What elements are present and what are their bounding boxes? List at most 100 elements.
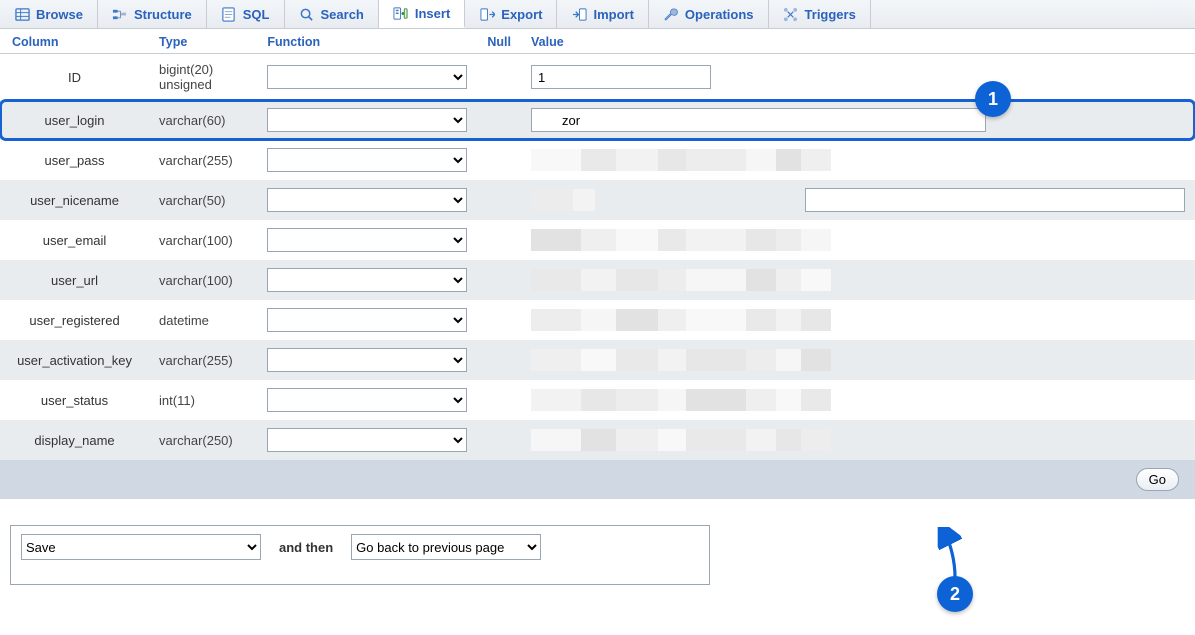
function-select[interactable] — [267, 348, 467, 372]
th-column: Column — [0, 29, 149, 54]
insert-form: Column Type Function Null Value IDbigint… — [0, 29, 1195, 499]
tab-structure[interactable]: Structure — [98, 0, 207, 28]
null-cell — [477, 100, 521, 140]
column-type: int(11) — [149, 380, 257, 420]
column-type: varchar(100) — [149, 220, 257, 260]
table-icon — [14, 6, 30, 22]
function-select[interactable] — [267, 228, 467, 252]
tab-label: Import — [593, 7, 633, 22]
and-then-label: and then — [279, 540, 333, 555]
tab-browse[interactable]: Browse — [0, 0, 98, 28]
tab-export[interactable]: Export — [465, 0, 557, 28]
null-cell — [477, 54, 521, 101]
tab-label: Search — [321, 7, 364, 22]
redacted-value — [531, 349, 1185, 371]
tab-insert[interactable]: Insert — [379, 0, 465, 28]
value-cell — [521, 100, 1195, 140]
th-function: Function — [257, 29, 477, 54]
structure-icon — [112, 6, 128, 22]
value-cell — [521, 54, 1195, 101]
row-display_name: display_namevarchar(250) — [0, 420, 1195, 460]
row-ID: IDbigint(20) unsigned — [0, 54, 1195, 101]
tab-triggers[interactable]: Triggers — [769, 0, 871, 28]
row-user_login: user_loginvarchar(60) — [0, 100, 1195, 140]
column-type: varchar(100) — [149, 260, 257, 300]
column-name: user_status — [0, 380, 149, 420]
column-name: user_pass — [0, 140, 149, 180]
function-select[interactable] — [267, 188, 467, 212]
after-insert-select[interactable]: Go back to previous page — [351, 534, 541, 560]
column-name: user_nicename — [0, 180, 149, 220]
redacted-value — [531, 229, 1185, 251]
null-cell — [477, 340, 521, 380]
null-cell — [477, 260, 521, 300]
row-user_nicename: user_nicenamevarchar(50) — [0, 180, 1195, 220]
value-cell — [521, 220, 1195, 260]
row-user_pass: user_passvarchar(255) — [0, 140, 1195, 180]
tabs-bar: Browse Structure SQL Search Insert Expor… — [0, 0, 1195, 29]
tab-label: Export — [501, 7, 542, 22]
redacted-value — [531, 189, 595, 211]
column-type: varchar(255) — [149, 140, 257, 180]
column-type: varchar(250) — [149, 420, 257, 460]
null-cell — [477, 380, 521, 420]
insert-table: Column Type Function Null Value IDbigint… — [0, 29, 1195, 499]
null-cell — [477, 140, 521, 180]
go-button[interactable]: Go — [1136, 468, 1179, 491]
column-type: datetime — [149, 300, 257, 340]
row-user_registered: user_registereddatetime — [0, 300, 1195, 340]
column-type: varchar(60) — [149, 100, 257, 140]
redacted-value — [531, 389, 1185, 411]
th-value: Value — [521, 29, 1195, 54]
function-select[interactable] — [267, 428, 467, 452]
value-input[interactable] — [531, 108, 986, 132]
value-cell — [521, 260, 1195, 300]
insert-action-select[interactable]: Save — [21, 534, 261, 560]
tab-label: Operations — [685, 7, 754, 22]
tab-sql[interactable]: SQL — [207, 0, 285, 28]
value-cell — [521, 180, 1195, 220]
row-user_email: user_emailvarchar(100) — [0, 220, 1195, 260]
null-cell — [477, 180, 521, 220]
tab-operations[interactable]: Operations — [649, 0, 769, 28]
redacted-value — [531, 149, 1185, 171]
value-cell — [521, 140, 1195, 180]
tab-label: Triggers — [805, 7, 856, 22]
value-cell — [521, 300, 1195, 340]
function-select[interactable] — [267, 148, 467, 172]
column-name: user_url — [0, 260, 149, 300]
function-select[interactable] — [267, 65, 467, 89]
function-select[interactable] — [267, 388, 467, 412]
column-name: user_registered — [0, 300, 149, 340]
callout-arrow — [937, 527, 973, 581]
insert-icon — [393, 5, 409, 21]
redacted-value — [531, 429, 1185, 451]
column-type: varchar(50) — [149, 180, 257, 220]
callout-badge-2: 2 — [937, 576, 973, 612]
tab-search[interactable]: Search — [285, 0, 379, 28]
function-select[interactable] — [267, 268, 467, 292]
tab-label: Insert — [415, 6, 450, 21]
redacted-value — [531, 309, 1185, 331]
th-null: Null — [477, 29, 521, 54]
null-cell — [477, 220, 521, 260]
row-user_url: user_urlvarchar(100) — [0, 260, 1195, 300]
function-select[interactable] — [267, 308, 467, 332]
function-select[interactable] — [267, 108, 467, 132]
column-type: bigint(20) unsigned — [149, 54, 257, 101]
column-name: user_activation_key — [0, 340, 149, 380]
column-name: ID — [0, 54, 149, 101]
triggers-icon — [783, 6, 799, 22]
export-icon — [479, 6, 495, 22]
th-type: Type — [149, 29, 257, 54]
callout-badge-1: 1 — [975, 81, 1011, 117]
value-input[interactable] — [531, 65, 711, 89]
column-type: varchar(255) — [149, 340, 257, 380]
tab-import[interactable]: Import — [557, 0, 648, 28]
value-input[interactable] — [805, 188, 1185, 212]
tab-label: SQL — [243, 7, 270, 22]
wrench-icon — [663, 6, 679, 22]
row-user_activation_key: user_activation_keyvarchar(255) — [0, 340, 1195, 380]
after-insert-panel: Save and then Go back to previous page — [10, 525, 710, 585]
null-cell — [477, 300, 521, 340]
